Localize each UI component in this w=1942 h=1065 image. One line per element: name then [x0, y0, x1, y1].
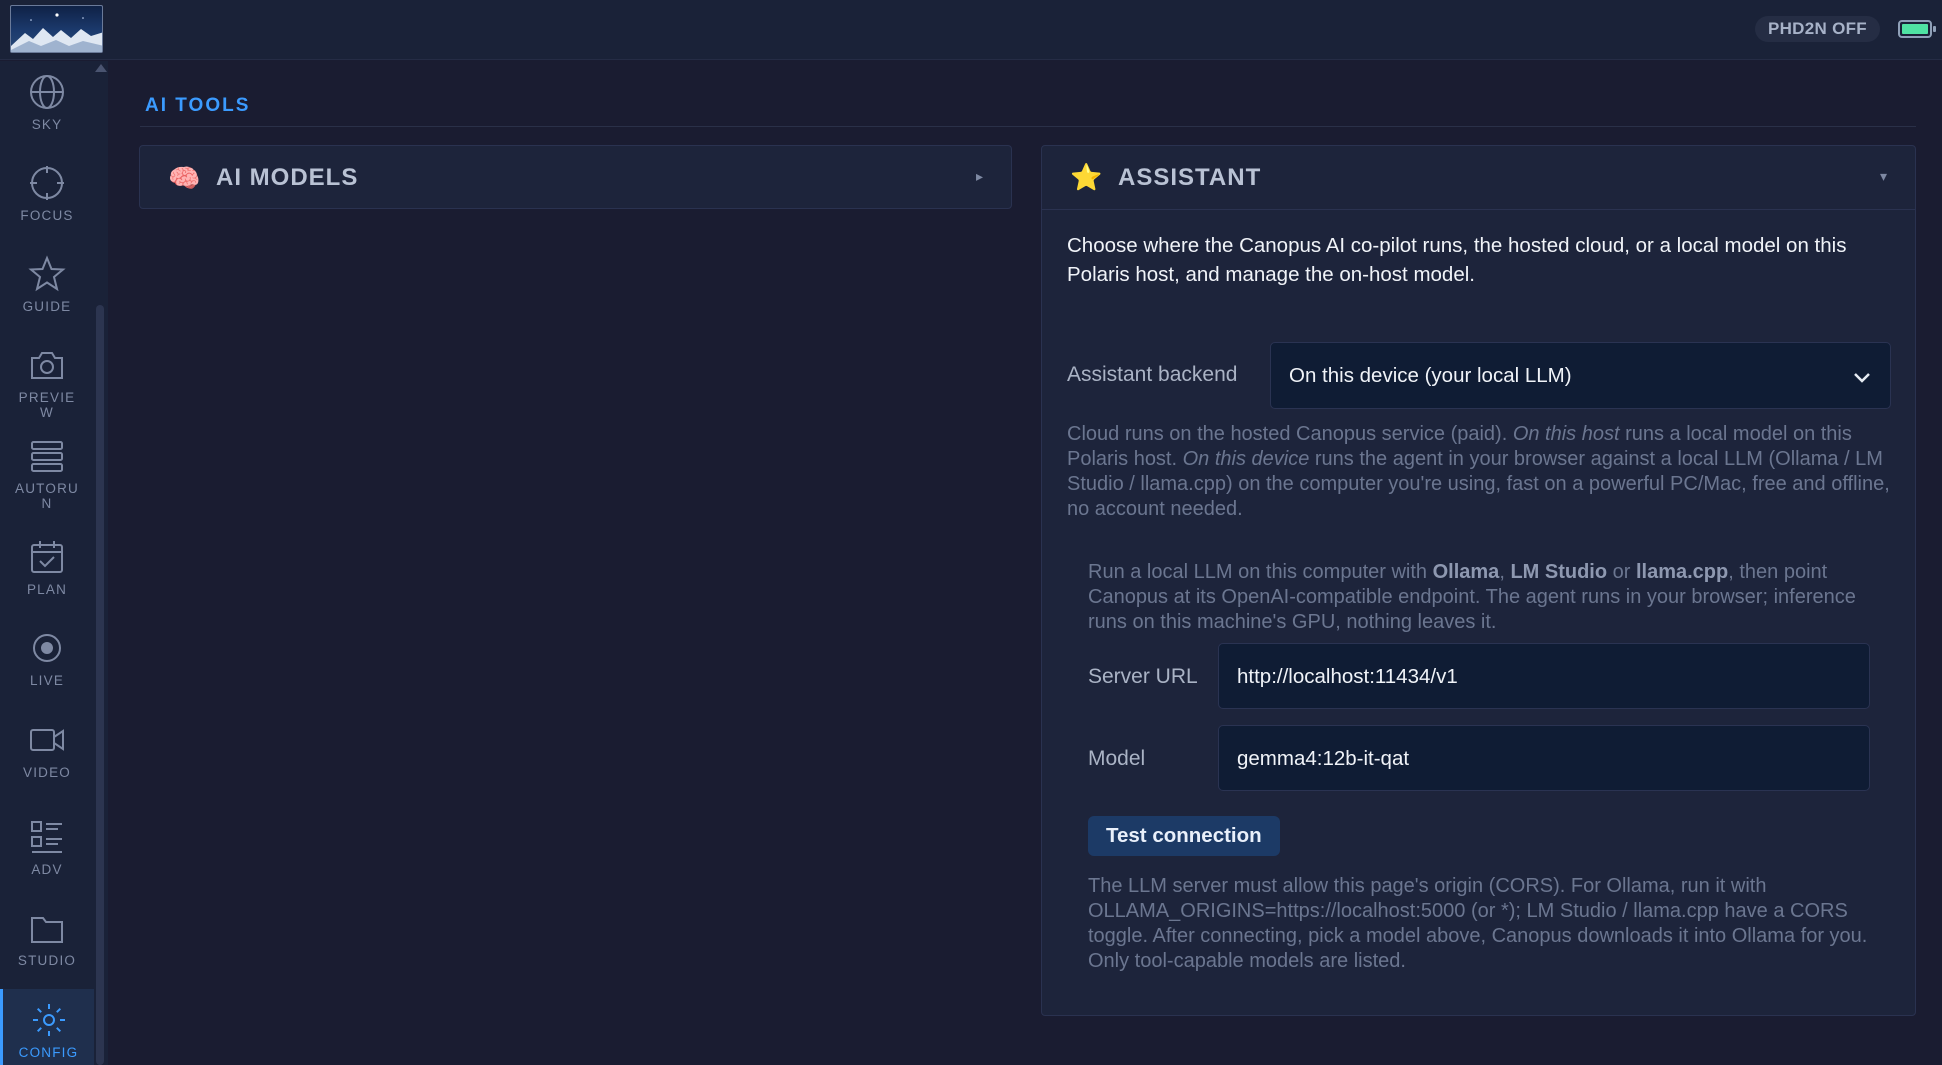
video-icon — [30, 729, 64, 751]
sidebar-item-label: PREVIEW — [18, 390, 76, 420]
sidebar-item-studio[interactable]: STUDIO — [0, 897, 94, 983]
sidebar-item-label: CONFIG — [18, 1045, 79, 1060]
ai-models-panel-header[interactable]: 🧠 AI MODELS ▸ — [140, 146, 1011, 210]
camera-icon — [31, 352, 63, 379]
assistant-panel-header[interactable]: ⭐ ASSISTANT ▾ — [1042, 146, 1915, 210]
backend-hint: Cloud runs on the hosted Canopus service… — [1067, 423, 1890, 520]
star-badge-icon: ⭐ — [1070, 162, 1103, 192]
sidebar-item-label: ADV — [31, 862, 63, 877]
sidebar-item-preview[interactable]: PREVIEW — [0, 334, 94, 420]
backend-select[interactable]: On this device (your local LLM) — [1270, 342, 1891, 409]
sidebar-item-label: SKY — [31, 117, 63, 132]
brain-icon: 🧠 — [168, 162, 201, 193]
star-icon — [28, 255, 66, 292]
sidebar-item-adv[interactable]: ADV — [0, 806, 94, 892]
cors-hint: The LLM server must allow this page's or… — [1088, 875, 1868, 972]
phd2-status-pill[interactable]: PHD2N OFF — [1754, 16, 1880, 42]
chevron-down-icon — [1854, 373, 1870, 383]
sidebar-item-label: GUIDE — [22, 299, 72, 314]
sidebar-item-label: FOCUS — [20, 208, 74, 223]
section-title: AI TOOLS — [145, 95, 251, 116]
sidebar-item-sky[interactable]: SKY — [0, 61, 94, 147]
sidebar-item-guide[interactable]: GUIDE — [0, 243, 94, 329]
calendar-check-icon — [31, 541, 63, 573]
assistant-title: ASSISTANT — [1118, 163, 1262, 191]
collapse-arrow-icon[interactable]: ▾ — [1880, 168, 1887, 185]
backend-select-value: On this device (your local LLM) — [1289, 364, 1572, 387]
sidebar-item-plan[interactable]: PLAN — [0, 526, 94, 612]
ai-models-title: AI MODELS — [216, 164, 359, 191]
battery-icon — [1898, 20, 1936, 38]
server-url-label: Server URL — [1088, 665, 1198, 688]
section-divider — [140, 126, 1916, 127]
app-logo[interactable] — [10, 5, 103, 53]
sidebar-item-label: PLAN — [26, 582, 68, 597]
model-input[interactable]: gemma4:12b-it-qat — [1218, 725, 1870, 791]
model-label: Model — [1088, 747, 1146, 770]
sidebar-item-label: STUDIO — [17, 953, 77, 968]
list-icon — [31, 821, 62, 853]
server-url-input[interactable]: http://localhost:11434/v1 — [1218, 643, 1870, 709]
target-icon — [33, 634, 61, 662]
sidebar-item-focus[interactable]: FOCUS — [0, 152, 94, 238]
sidebar-item-config[interactable]: CONFIG — [0, 989, 94, 1065]
sidebar: SKY FOCUS GUIDE PREVIEW AUTORUN PLAN LIV… — [0, 61, 108, 1065]
crosshair-icon — [30, 166, 64, 200]
model-value: gemma4:12b-it-qat — [1237, 747, 1410, 770]
sidebar-item-autorun[interactable]: AUTORUN — [0, 425, 94, 511]
gear-icon — [32, 1004, 65, 1036]
local-llm-hint: Run a local LLM on this computer with Ol… — [1088, 561, 1856, 633]
sidebar-item-video[interactable]: VIDEO — [0, 709, 94, 795]
server-url-value: http://localhost:11434/v1 — [1237, 665, 1458, 688]
assistant-description: Choose where the Canopus AI co-pilot run… — [1067, 234, 1847, 286]
stack-icon — [31, 441, 63, 472]
sidebar-scroll-thumb[interactable] — [96, 305, 104, 1065]
sidebar-item-label: AUTORUN — [15, 481, 79, 511]
assistant-panel: ⭐ ASSISTANT ▾ Choose where the Canopus A… — [1041, 145, 1916, 1016]
globe-icon — [30, 75, 64, 109]
sidebar-item-label: LIVE — [29, 673, 65, 688]
ai-models-panel[interactable]: 🧠 AI MODELS ▸ — [139, 145, 1012, 209]
test-connection-button[interactable]: Test connection — [1088, 816, 1280, 856]
expand-arrow-icon[interactable]: ▸ — [976, 168, 983, 185]
top-bar: PHD2N OFF — [0, 0, 1942, 60]
scroll-up-arrow-icon[interactable] — [95, 64, 107, 72]
backend-label: Assistant backend — [1067, 363, 1238, 386]
folder-icon — [31, 917, 63, 943]
sidebar-item-label: VIDEO — [22, 765, 71, 780]
sidebar-item-live[interactable]: LIVE — [0, 617, 94, 703]
